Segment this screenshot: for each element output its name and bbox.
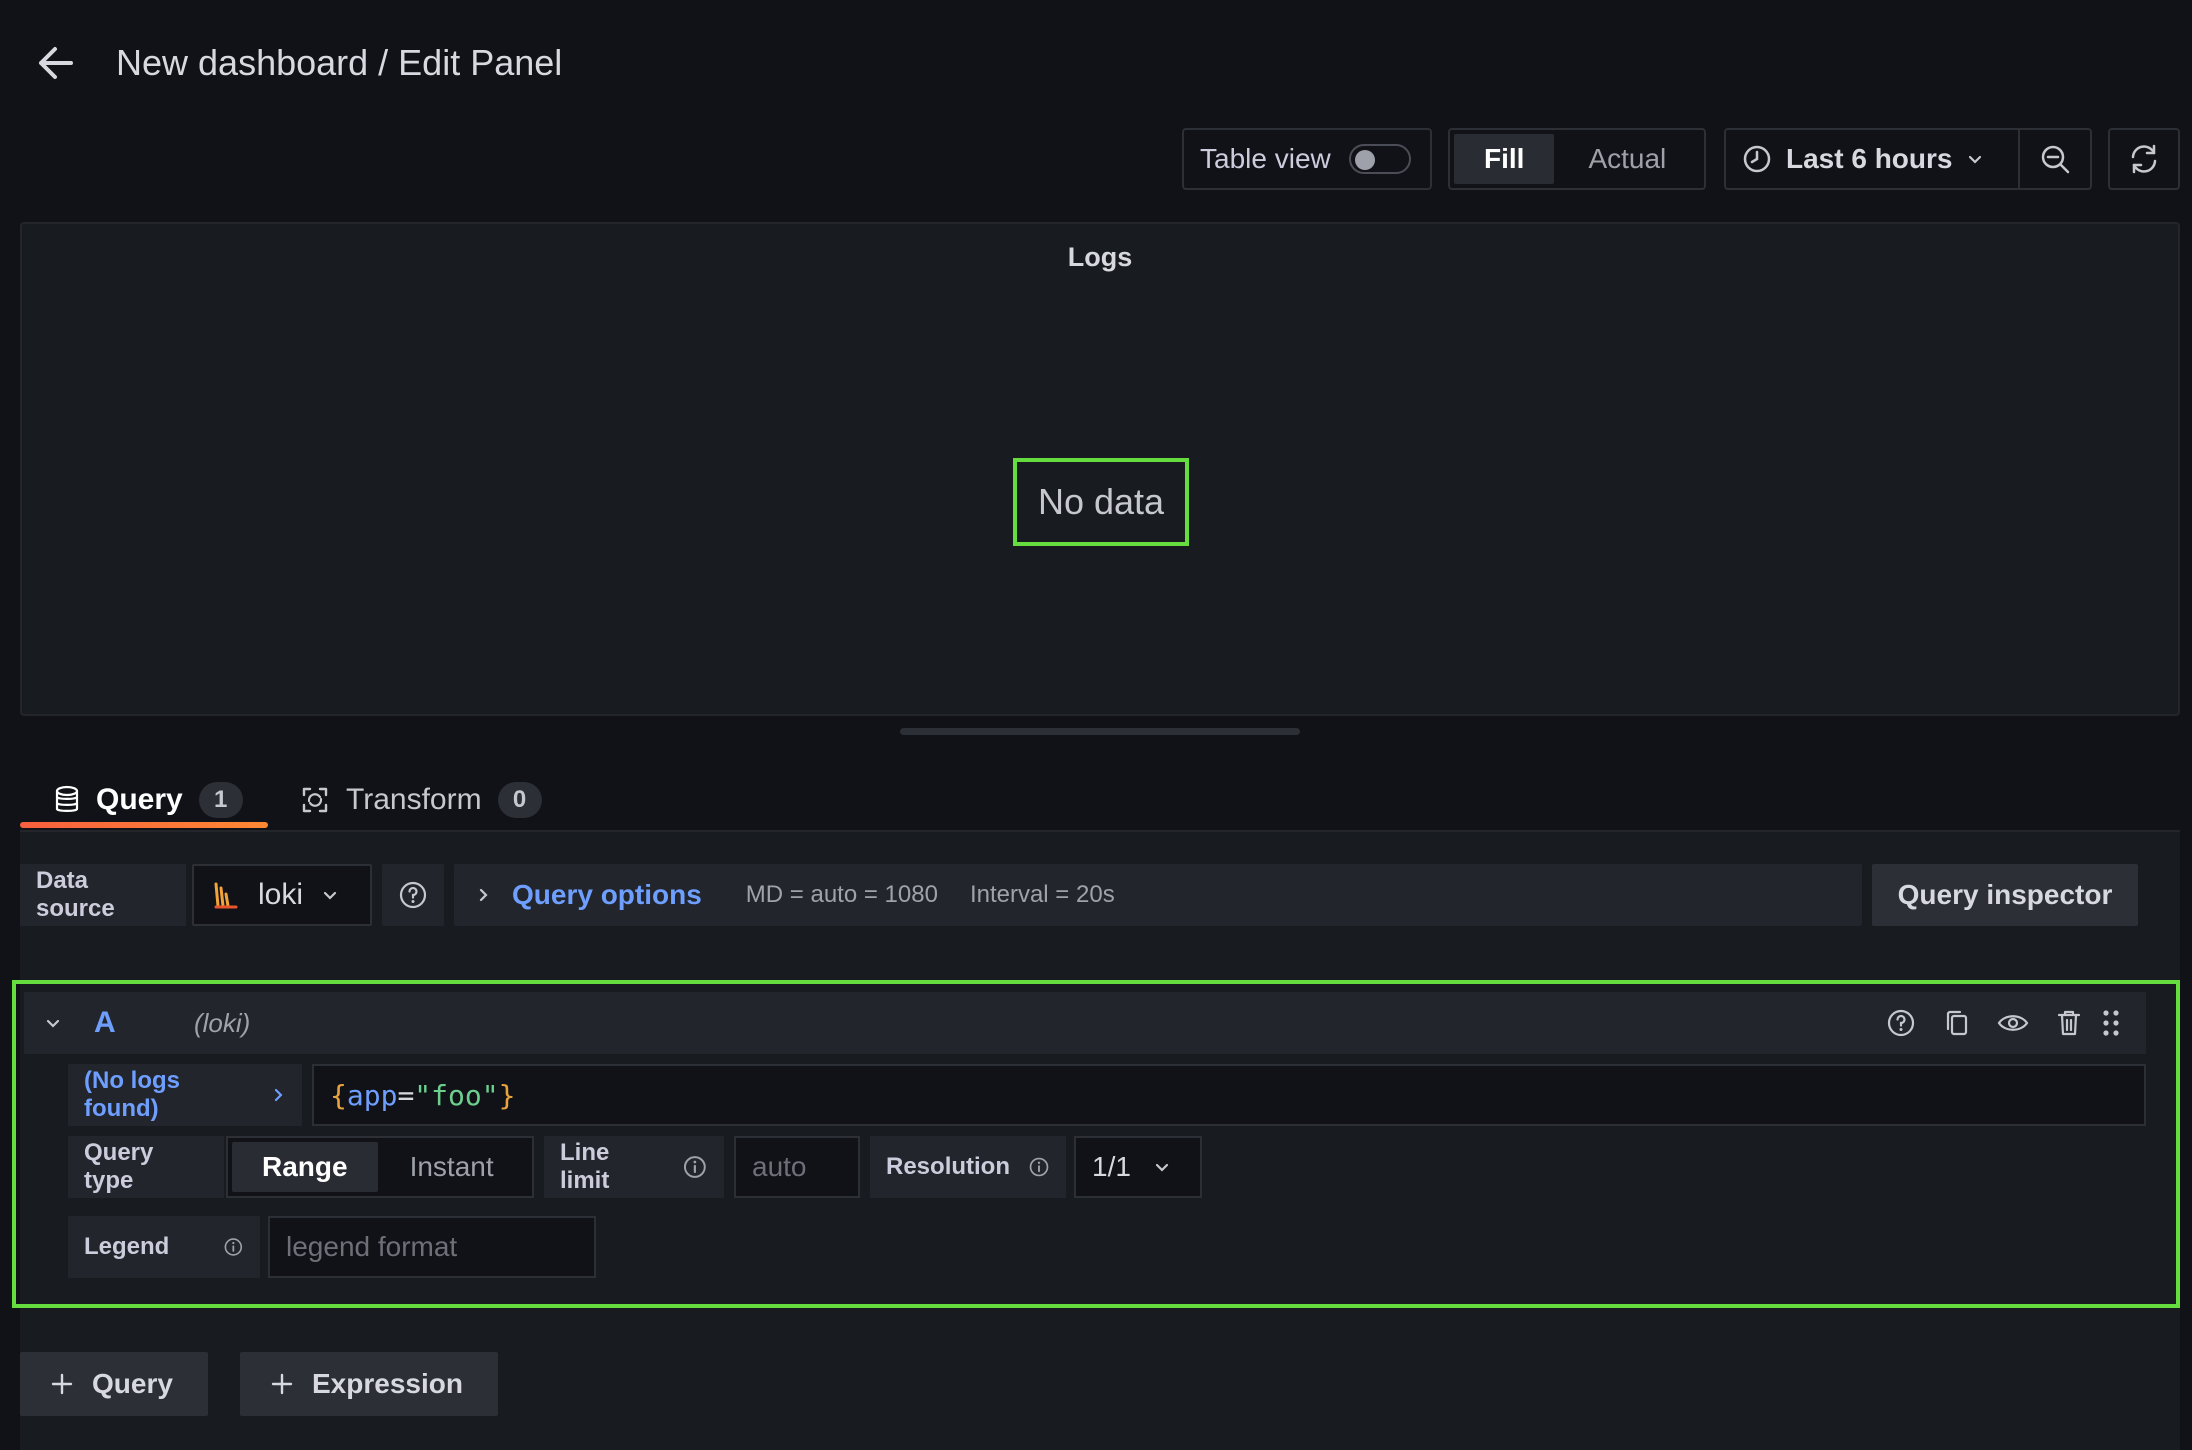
zoom-out-button[interactable]	[2020, 128, 2092, 190]
page-title: New dashboard / Edit Panel	[116, 42, 563, 83]
question-circle-icon	[399, 881, 427, 909]
pane-resize-handle[interactable]	[900, 728, 1300, 735]
trash-icon	[2057, 1010, 2081, 1036]
query-type-label: Query type	[68, 1136, 224, 1198]
line-limit-input[interactable]	[734, 1136, 860, 1198]
query-datasource-name: (loki)	[194, 1007, 251, 1038]
datasource-label: Data source	[20, 864, 186, 926]
expr-label-value: "foo"	[414, 1078, 499, 1112]
query-type-radio: Range Instant	[226, 1136, 534, 1198]
query-type-range[interactable]: Range	[232, 1142, 378, 1192]
query-inspector-button[interactable]: Query inspector	[1872, 864, 2138, 926]
query-ref-id[interactable]: A	[94, 1006, 116, 1040]
remove-query-button[interactable]	[2052, 1006, 2086, 1040]
fill-button[interactable]: Fill	[1454, 134, 1555, 184]
tab-query-counter: 1	[198, 782, 243, 818]
query-row-header	[24, 992, 2146, 1054]
chevron-right-icon	[479, 888, 488, 902]
chevron-down-icon	[46, 1019, 60, 1028]
query-help-button[interactable]	[1884, 1006, 1918, 1040]
drag-handle[interactable]	[2094, 1006, 2128, 1040]
expr-operator: =	[397, 1078, 415, 1112]
clock-icon	[1743, 145, 1771, 173]
zoom-out-icon	[2041, 145, 2070, 174]
toggle-query-visibility-button[interactable]	[1996, 1006, 2030, 1040]
expr-open-brace: {	[330, 1078, 347, 1112]
plus-icon	[51, 1373, 73, 1395]
eye-icon	[1997, 1015, 2029, 1031]
tab-transform-counter: 0	[497, 782, 542, 818]
log-browser-button[interactable]: (No logs found)	[68, 1064, 302, 1126]
tab-transform-label: Transform	[346, 783, 482, 816]
add-expression-button[interactable]: Expression	[240, 1352, 498, 1416]
resolution-label-group: Resolution	[870, 1136, 1066, 1198]
log-browser-label: (No logs found)	[84, 1067, 180, 1122]
add-expression-label: Expression	[312, 1368, 463, 1399]
loki-logo-icon	[214, 882, 238, 909]
info-circle-icon[interactable]	[1028, 1154, 1050, 1180]
no-data-message: No data	[1013, 458, 1189, 546]
toggle-switch[interactable]	[1348, 144, 1411, 174]
chevron-right-icon	[274, 1088, 283, 1102]
line-limit-label-group: Line limit	[544, 1136, 724, 1198]
legend-format-input[interactable]	[268, 1216, 596, 1278]
question-circle-icon	[1887, 1009, 1915, 1037]
resolution-select[interactable]: 1/1	[1074, 1136, 1202, 1198]
add-query-button[interactable]: Query	[20, 1352, 208, 1416]
arrow-left-icon	[39, 47, 73, 79]
expr-label-key: app	[346, 1078, 398, 1112]
add-query-label: Query	[92, 1368, 173, 1399]
info-circle-icon[interactable]	[682, 1154, 708, 1180]
line-limit-label: Line limit	[560, 1139, 610, 1194]
resolution-label: Resolution	[886, 1153, 1010, 1180]
fill-actual-radio: Fill Actual	[1448, 128, 1706, 190]
panel-preview: Logs No data	[20, 222, 2180, 716]
panel-title: Logs	[1067, 242, 1133, 272]
transform-icon	[302, 787, 328, 813]
refresh-button[interactable]	[2108, 128, 2180, 190]
expr-close-brace: }	[498, 1078, 516, 1112]
tab-query-label: Query	[96, 783, 183, 816]
drag-handle-icon	[2103, 1010, 2119, 1036]
legend-label: Legend	[84, 1233, 170, 1260]
datasource-help-button[interactable]	[382, 864, 444, 926]
chevron-down-icon	[1969, 155, 1982, 164]
info-circle-icon[interactable]	[223, 1234, 244, 1260]
table-view-label: Table view	[1200, 143, 1331, 174]
active-tab-indicator	[20, 822, 268, 828]
collapse-query-button[interactable]	[38, 1006, 68, 1040]
logql-query-input[interactable]: { app = "foo" }	[312, 1064, 2146, 1126]
chevron-down-icon	[323, 891, 337, 900]
refresh-icon	[2131, 144, 2157, 174]
back-button[interactable]	[30, 38, 80, 88]
chevron-down-icon	[1155, 1163, 1169, 1172]
tab-query[interactable]: Query 1	[20, 770, 268, 830]
resolution-value: 1/1	[1092, 1151, 1131, 1182]
time-range-label: Last 6 hours	[1786, 143, 1953, 174]
legend-label-group: Legend	[68, 1216, 260, 1278]
duplicate-query-button[interactable]	[1940, 1006, 1974, 1040]
database-icon	[55, 785, 79, 812]
max-datapoints-info: MD = auto = 1080	[745, 881, 938, 908]
interval-info: Interval = 20s	[969, 881, 1115, 908]
datasource-name: loki	[258, 878, 304, 911]
time-range-picker[interactable]: Last 6 hours	[1724, 128, 2020, 190]
datasource-picker[interactable]: loki	[192, 864, 372, 926]
query-type-instant[interactable]: Instant	[382, 1142, 522, 1192]
actual-button[interactable]: Actual	[1558, 134, 1696, 184]
table-view-toggle[interactable]: Table view	[1182, 128, 1432, 190]
plus-icon	[271, 1373, 293, 1395]
query-options-label: Query options	[512, 879, 702, 910]
tab-transform[interactable]: Transform 0	[300, 770, 542, 830]
query-options[interactable]: Query options MD = auto = 1080 Interval …	[454, 864, 1862, 926]
copy-icon	[1946, 1010, 1968, 1036]
